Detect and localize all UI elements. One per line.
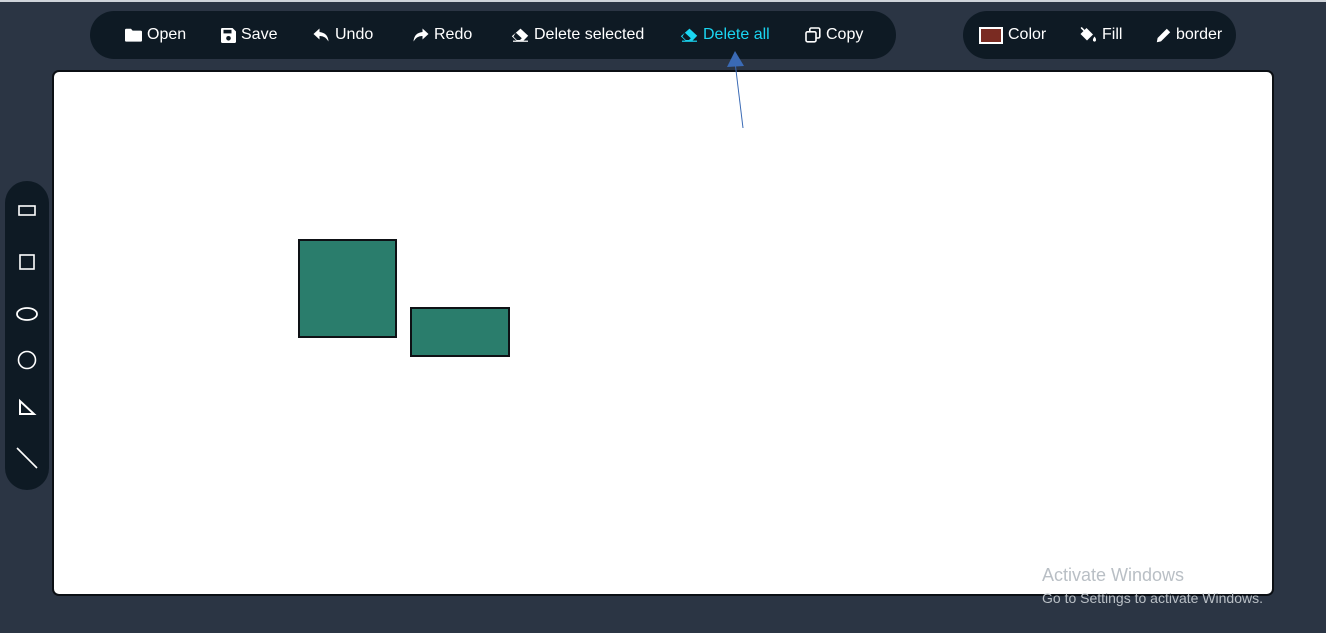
open-label: Open xyxy=(147,26,187,43)
delete-selected-label: Delete selected xyxy=(534,26,645,43)
save-button[interactable]: Save xyxy=(221,11,277,59)
eraser-icon xyxy=(511,28,529,42)
shape-tools-panel xyxy=(5,181,49,490)
copy-button[interactable]: Copy xyxy=(805,11,863,59)
copy-icon xyxy=(805,27,821,43)
redo-label: Redo xyxy=(434,26,473,43)
circle-tool[interactable] xyxy=(11,344,43,376)
triangle-icon xyxy=(19,398,37,415)
pencil-icon xyxy=(1156,28,1171,42)
activation-watermark: Activate Windows Go to Settings to activ… xyxy=(1042,565,1263,606)
line-icon xyxy=(16,447,38,469)
copy-label: Copy xyxy=(826,26,864,43)
line-tool[interactable] xyxy=(11,442,43,474)
watermark-title: Activate Windows xyxy=(1042,565,1185,585)
eraser-icon xyxy=(680,28,698,42)
delete-all-label: Delete all xyxy=(703,26,770,43)
undo-icon xyxy=(313,28,329,41)
window-top-edge xyxy=(0,0,1326,2)
ellipse-icon xyxy=(16,307,38,321)
save-label: Save xyxy=(241,26,278,43)
style-toolbar: Color Fill border xyxy=(963,11,1236,59)
color-swatch xyxy=(979,26,1003,44)
ellipse-tool[interactable] xyxy=(11,298,43,330)
paint-bucket-icon xyxy=(1080,27,1097,42)
fill-button[interactable]: Fill xyxy=(1079,11,1122,59)
folder-icon xyxy=(125,28,142,42)
canvas-shape-rectangle[interactable] xyxy=(410,307,510,357)
drawing-canvas[interactable] xyxy=(52,70,1274,596)
rectangle-tool[interactable] xyxy=(11,194,43,226)
main-toolbar: Open Save Undo Redo Delete selected Dele… xyxy=(90,11,896,59)
border-button[interactable]: border xyxy=(1156,11,1222,59)
undo-label: Undo xyxy=(335,26,374,43)
watermark-subtitle: Go to Settings to activate Windows. xyxy=(1042,590,1263,606)
redo-icon xyxy=(413,28,429,41)
open-button[interactable]: Open xyxy=(125,11,186,59)
canvas-shape-square[interactable] xyxy=(298,239,397,338)
triangle-tool[interactable] xyxy=(11,392,43,424)
redo-button[interactable]: Redo xyxy=(412,11,472,59)
square-icon xyxy=(19,254,35,270)
delete-all-button[interactable]: Delete all xyxy=(680,11,770,59)
delete-selected-button[interactable]: Delete selected xyxy=(511,11,644,59)
circle-icon xyxy=(17,350,37,370)
color-label: Color xyxy=(1008,26,1047,43)
floppy-disk-icon xyxy=(221,27,236,43)
fill-label: Fill xyxy=(1102,26,1123,43)
square-tool[interactable] xyxy=(11,246,43,278)
undo-button[interactable]: Undo xyxy=(313,11,373,59)
border-label: border xyxy=(1176,26,1223,43)
rectangle-icon xyxy=(18,205,36,216)
color-button[interactable]: Color xyxy=(979,11,1046,59)
